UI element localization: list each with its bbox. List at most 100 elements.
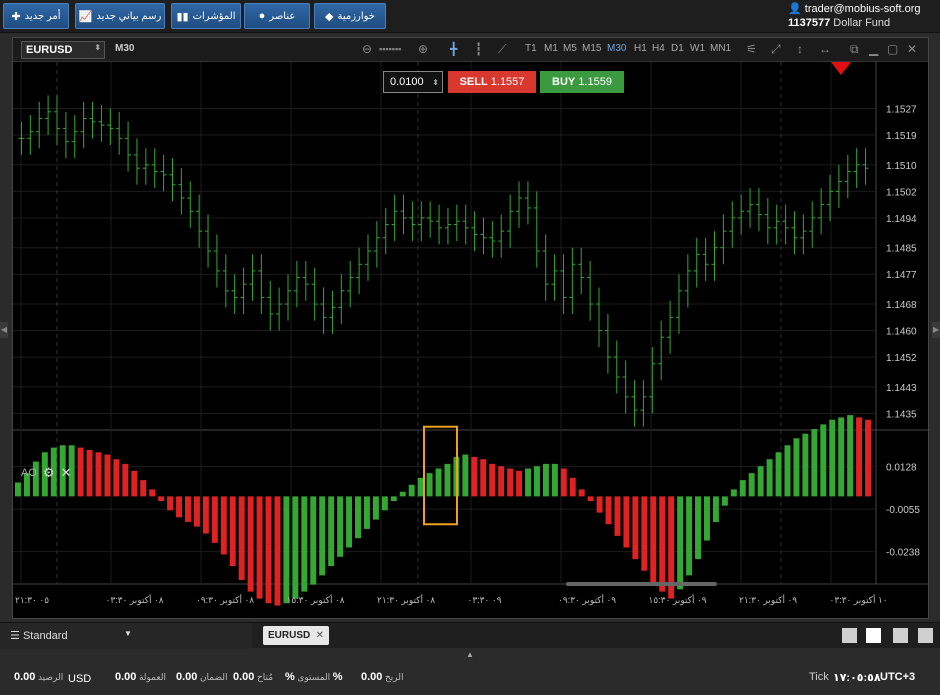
candle-chart-type-icon[interactable]: ┇ bbox=[475, 42, 482, 56]
ohlc-bar bbox=[711, 231, 718, 281]
ao-bar bbox=[623, 496, 630, 548]
margin-value: 0.00 bbox=[176, 671, 198, 683]
price-tick-label: 1.1460 bbox=[886, 327, 917, 338]
chart-settings-icon[interactable]: ⚟ bbox=[746, 42, 757, 56]
tf-m15[interactable]: M15 bbox=[582, 43, 601, 54]
gear-icon[interactable]: ⚙ bbox=[43, 465, 55, 481]
ao-bar bbox=[220, 496, 227, 555]
tf-m30[interactable]: M30 bbox=[607, 43, 626, 54]
maximize-icon[interactable]: ▢ bbox=[887, 42, 898, 56]
account-info[interactable]: 👤 trader@mobius-soft.org 1137577 Dollar … bbox=[788, 2, 934, 29]
ao-bar bbox=[507, 468, 514, 497]
ohlc-bar bbox=[418, 201, 425, 242]
ao-bar bbox=[95, 452, 102, 497]
price-tick-label: 1.1502 bbox=[886, 187, 917, 198]
bar-chart-type-icon[interactable]: ╋ bbox=[450, 42, 457, 56]
ao-bar bbox=[757, 466, 764, 497]
account-fund: Dollar Fund bbox=[833, 17, 891, 29]
new-chart-button[interactable]: 📈 رسم بياني جديد bbox=[75, 3, 165, 29]
time-tick-label: ٠٨ أكتوبر ١٥:٣٠ bbox=[287, 593, 345, 606]
last-price-marker bbox=[831, 62, 851, 75]
chart-icon: 📈 bbox=[78, 10, 93, 23]
layout-columns-icon[interactable] bbox=[893, 628, 908, 643]
tf-d1[interactable]: D1 bbox=[671, 43, 684, 54]
shapes-icon: ● bbox=[258, 10, 266, 22]
ohlc-bar bbox=[311, 267, 318, 321]
ao-bar bbox=[560, 468, 567, 497]
algorithm-button[interactable]: ◆ خوارزمية bbox=[314, 3, 386, 29]
zoom-in-icon[interactable]: ⊕ bbox=[418, 42, 428, 56]
ao-bar bbox=[847, 415, 854, 497]
ao-bar bbox=[605, 496, 612, 525]
stepper-icon[interactable]: ⬍ bbox=[432, 78, 439, 87]
line-chart-type-icon[interactable]: ⟋ bbox=[498, 42, 506, 57]
ohlc-bar bbox=[45, 95, 52, 136]
menu-icon: ☰ bbox=[10, 630, 20, 642]
new-order-button[interactable]: ✚ أمر جديد bbox=[3, 3, 69, 29]
tf-h1[interactable]: H1 bbox=[634, 43, 647, 54]
zoom-out-icon[interactable]: ⊖ bbox=[362, 42, 372, 56]
sell-button[interactable]: SELL 1.1557 bbox=[448, 71, 536, 93]
plus-icon: ✚ bbox=[11, 10, 21, 23]
left-panel-toggle[interactable]: ◀ bbox=[0, 322, 8, 338]
autoscale-icon[interactable]: ⤢ bbox=[771, 42, 781, 57]
ao-bar bbox=[310, 496, 317, 585]
tf-m5[interactable]: M5 bbox=[563, 43, 577, 54]
chart-tab-eurusd[interactable]: EURUSD ✕ bbox=[263, 626, 329, 645]
order-quantity-input[interactable]: 0.0100 ⬍ bbox=[383, 71, 443, 93]
ohlc-bar bbox=[800, 214, 807, 255]
ohlc-bar bbox=[338, 274, 345, 324]
symbol-select[interactable]: EURUSD ⬍ bbox=[21, 41, 105, 59]
ao-bar bbox=[784, 445, 791, 497]
chart-svg[interactable]: 1.1527 1.1519 1.1510 1.1502 1.1494 1.1485 1.14… bbox=[13, 62, 930, 620]
close-indicator-icon[interactable]: ✕ bbox=[61, 465, 72, 481]
chart-plot-area[interactable]: 1.1527 1.1519 1.1510 1.1502 1.1494 1.1485 1.14… bbox=[13, 62, 930, 620]
layout-single-icon[interactable] bbox=[842, 628, 857, 643]
ao-bar bbox=[516, 470, 523, 497]
vertical-scale-icon[interactable]: ↕ bbox=[797, 42, 803, 56]
detach-icon[interactable]: ⧉ bbox=[850, 42, 859, 57]
quantity-value: 0.0100 bbox=[390, 76, 424, 88]
layout-select[interactable]: ☰ Standard ▼ bbox=[0, 623, 252, 649]
ao-tick-label: 0.0128 bbox=[886, 463, 917, 474]
level-label: المستوى bbox=[297, 672, 331, 682]
clock: ١٧:٠٥:٥٨ bbox=[833, 672, 881, 684]
ao-bar bbox=[775, 452, 782, 497]
layout-select-value: Standard bbox=[22, 630, 68, 642]
tf-mn1[interactable]: MN1 bbox=[710, 43, 731, 54]
horizontal-scrollbar bbox=[566, 582, 717, 586]
ao-bar bbox=[15, 482, 21, 497]
right-panel-toggle[interactable]: ▶ bbox=[932, 322, 940, 338]
minimize-icon[interactable]: ▁ bbox=[869, 42, 878, 56]
layout-rows-icon[interactable] bbox=[918, 628, 933, 643]
buy-button[interactable]: BUY 1.1559 bbox=[540, 71, 624, 93]
ohlc-bar bbox=[853, 148, 860, 189]
time-tick-label: ٠٩ أكتوبر ١٥:٣٠ bbox=[649, 593, 707, 606]
ohlc-bar bbox=[329, 290, 336, 334]
indicators-button[interactable]: ▮▮ المؤشرات bbox=[171, 3, 241, 29]
tf-h4[interactable]: H4 bbox=[652, 43, 665, 54]
horizontal-scale-icon[interactable]: ↔ bbox=[819, 42, 831, 56]
ao-bar bbox=[712, 496, 719, 522]
tf-t1[interactable]: T1 bbox=[525, 43, 537, 54]
ao-bar bbox=[596, 496, 603, 513]
objects-button[interactable]: ● عناصر bbox=[244, 3, 310, 29]
ao-bar bbox=[104, 454, 111, 497]
tf-m1[interactable]: M1 bbox=[544, 43, 558, 54]
close-icon[interactable]: ✕ bbox=[907, 42, 917, 56]
ohlc-bar bbox=[213, 234, 220, 288]
tf-w1[interactable]: W1 bbox=[690, 43, 705, 54]
close-tab-icon[interactable]: ✕ bbox=[316, 630, 324, 641]
zoom-slider-icon[interactable]: ▪▪▪▪▪▪▪ bbox=[379, 44, 401, 54]
ao-bar bbox=[229, 496, 236, 567]
timezone[interactable]: UTC+3 bbox=[880, 671, 915, 683]
layout-grid-icon[interactable] bbox=[866, 628, 881, 643]
margin-item: 0.00 الضمان bbox=[176, 671, 228, 683]
ao-bar bbox=[301, 496, 308, 592]
ao-bar bbox=[408, 484, 415, 497]
free-item: 0.00 مُتاح bbox=[233, 671, 273, 683]
ao-bar bbox=[533, 466, 540, 497]
collapse-panel-icon[interactable]: ▲ bbox=[466, 650, 474, 659]
profit-label: الربح bbox=[384, 672, 404, 682]
ao-bar bbox=[721, 496, 728, 506]
